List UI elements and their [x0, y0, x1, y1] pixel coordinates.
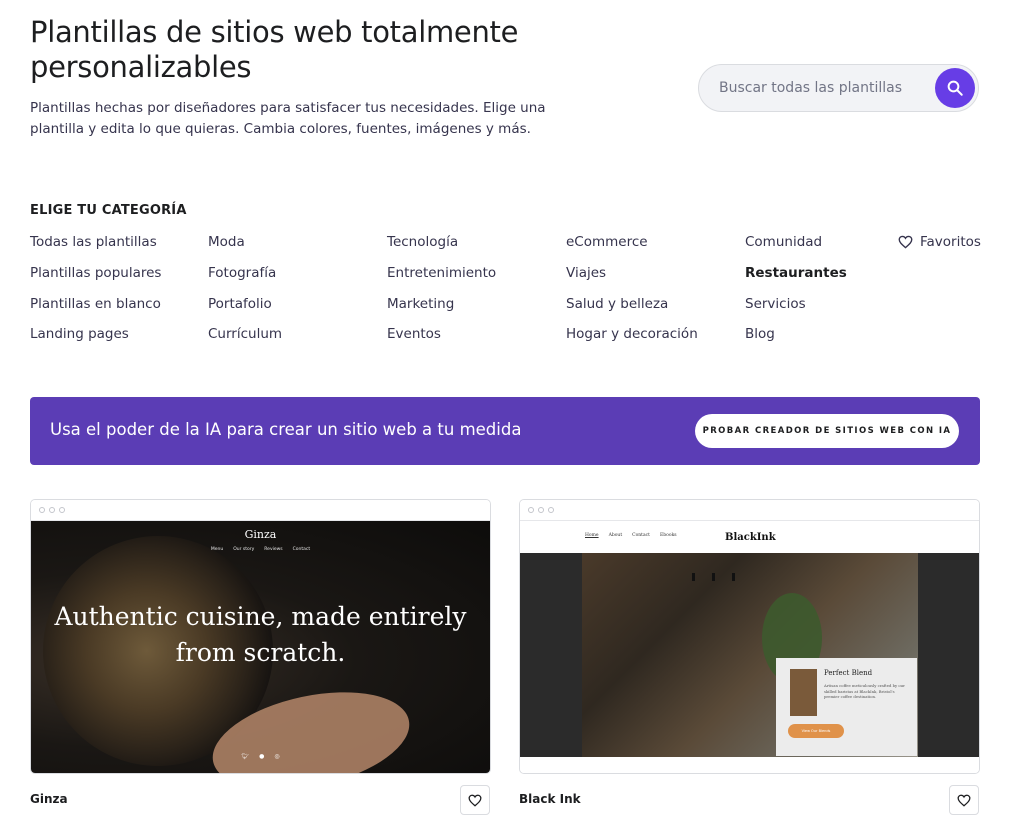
preview-panel-title: Perfect Blend — [824, 669, 873, 677]
preview-nav-item: Home — [585, 533, 599, 538]
category-link[interactable]: eCommerce — [566, 234, 648, 250]
window-dot — [538, 507, 544, 513]
twitter-icon: 🐦︎ — [241, 753, 250, 760]
ai-builder-button[interactable]: PROBAR CREADOR DE SITIOS WEB CON IA — [695, 414, 959, 448]
template-preview: Ginza Menu Our story Reviews Contact Aut… — [31, 521, 490, 773]
category-link[interactable]: Servicios — [745, 296, 806, 312]
category-link[interactable]: Blog — [745, 326, 775, 342]
browser-bar — [520, 500, 979, 521]
preview-panel-button: View Our Blends — [788, 724, 844, 738]
category-link[interactable]: Tecnología — [387, 234, 458, 250]
category-link[interactable]: Moda — [208, 234, 245, 250]
category-link[interactable]: Viajes — [566, 265, 606, 281]
preview-nav-item: About — [608, 533, 623, 538]
category-link[interactable]: Marketing — [387, 296, 454, 312]
preview-headline: Authentic cuisine, made entirely from sc… — [54, 602, 467, 667]
preview-info-panel: Perfect Blend Artisan coffee meticulousl… — [776, 658, 917, 756]
category-link[interactable]: Entretenimiento — [387, 265, 496, 281]
preview-nav-item: Ebooks — [660, 533, 677, 538]
preview-portrait — [790, 669, 817, 716]
category-link[interactable]: Todas las plantillas — [30, 234, 157, 250]
instagram-icon: ◎ — [274, 753, 280, 760]
lamp-shape — [732, 573, 735, 581]
window-dot — [59, 507, 65, 513]
window-dot — [528, 507, 534, 513]
category-link[interactable]: Plantillas populares — [30, 265, 161, 281]
category-link[interactable]: Landing pages — [30, 326, 129, 342]
heart-icon — [468, 794, 482, 807]
preview-nav: Menu Our story Reviews Contact — [31, 547, 490, 552]
category-link[interactable]: Eventos — [387, 326, 441, 342]
search-button[interactable] — [935, 68, 975, 108]
window-dot — [548, 507, 554, 513]
favorite-button[interactable] — [460, 785, 490, 815]
heart-icon — [957, 794, 971, 807]
template-name[interactable]: Black Ink — [519, 792, 581, 806]
category-link[interactable]: Plantillas en blanco — [30, 296, 161, 312]
cafe-photo: Perfect Blend Artisan coffee meticulousl… — [520, 553, 979, 757]
preview-nav-item: Our story — [233, 547, 255, 552]
preview-logo: Ginza — [244, 528, 277, 541]
search-bar — [698, 64, 979, 112]
heart-icon — [898, 235, 913, 249]
preview-nav: Home About Contact Ebooks — [585, 533, 677, 538]
ai-banner-text: Usa el poder de la IA para crear un siti… — [50, 420, 522, 439]
category-link[interactable]: Salud y belleza — [566, 296, 668, 312]
template-preview: Home About Contact Ebooks BlackInk Perfe… — [520, 521, 979, 773]
favorites-label: Favoritos — [920, 234, 981, 250]
preview-nav-item: Contact — [292, 547, 311, 552]
preview-panel-text: Artisan coffee meticulously crafted by o… — [824, 683, 905, 699]
search-input[interactable] — [719, 65, 929, 111]
category-link[interactable]: Currículum — [208, 326, 282, 342]
facebook-icon: ● — [259, 753, 265, 760]
lamp-shape — [692, 573, 695, 581]
preview-nav-item: Menu — [210, 547, 224, 552]
preview-nav-item: Reviews — [264, 547, 283, 552]
browser-bar — [31, 500, 490, 521]
template-name[interactable]: Ginza — [30, 792, 68, 806]
category-link[interactable]: Hogar y decoración — [566, 326, 698, 342]
favorites-link[interactable]: Favoritos — [898, 234, 981, 250]
preview-social: 🐦︎ ● ◎ — [31, 753, 490, 760]
template-card-ginza[interactable]: Ginza Menu Our story Reviews Contact Aut… — [30, 499, 491, 774]
category-link-active[interactable]: Restaurantes — [745, 265, 847, 281]
page-subtitle: Plantillas hechas por diseñadores para s… — [30, 100, 546, 137]
favorite-button[interactable] — [949, 785, 979, 815]
ai-banner: Usa el poder de la IA para crear un siti… — [30, 397, 980, 465]
search-icon — [947, 80, 963, 96]
preview-nav-item: Contact — [632, 533, 650, 538]
page-title: Plantillas de sitios web totalmente pers… — [30, 15, 519, 84]
preview-logo: BlackInk — [725, 532, 776, 543]
category-link[interactable]: Portafolio — [208, 296, 272, 312]
category-heading: ELIGE TU CATEGORÍA — [30, 203, 187, 218]
window-dot — [39, 507, 45, 513]
lamp-shape — [712, 573, 715, 581]
window-dot — [49, 507, 55, 513]
category-link[interactable]: Fotografía — [208, 265, 276, 281]
template-card-black-ink[interactable]: Home About Contact Ebooks BlackInk Perfe… — [519, 499, 980, 774]
category-link[interactable]: Comunidad — [745, 234, 822, 250]
